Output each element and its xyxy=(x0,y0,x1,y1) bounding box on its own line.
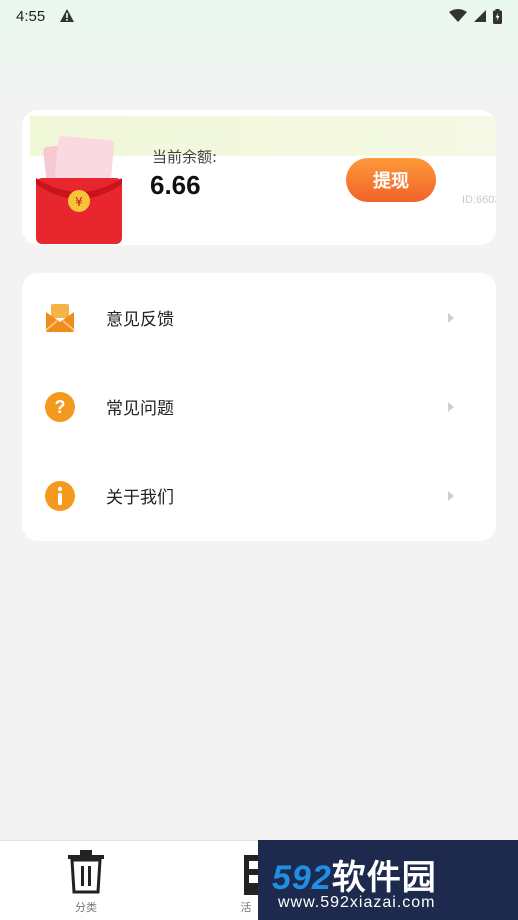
menu-item-faq[interactable]: ? 常见问题 xyxy=(22,362,496,451)
watermark-text: 软件园 xyxy=(331,859,437,897)
red-envelope-icon: ¥ xyxy=(36,136,122,244)
svg-text:¥: ¥ xyxy=(75,195,83,209)
withdraw-button[interactable]: 提现 xyxy=(346,158,436,202)
menu-item-label: 关于我们 xyxy=(106,488,174,508)
watermark-url: www.592xiazai.com xyxy=(278,894,436,911)
signal-icon xyxy=(474,10,486,22)
watermark-logo: 592软件园 xyxy=(272,850,437,899)
menu-item-label: 意见反馈 xyxy=(106,310,174,330)
question-icon: ? xyxy=(45,391,75,422)
watermark-number: 592 xyxy=(272,859,332,897)
warning-icon xyxy=(60,9,75,22)
menu-item-label: 常见问题 xyxy=(106,399,174,419)
chevron-right-icon xyxy=(448,490,454,501)
chevron-right-icon xyxy=(448,312,454,323)
svg-text:?: ? xyxy=(55,397,66,417)
balance-card: ¥ 当前余额: 6.66 提现 ID:66036b xyxy=(22,110,496,245)
balance-label: 当前余额: xyxy=(152,148,218,166)
status-indicators xyxy=(449,8,502,24)
battery-icon xyxy=(493,8,502,24)
watermark-banner: 592软件园 www.592xiazai.com xyxy=(258,840,518,920)
chevron-right-icon xyxy=(448,401,454,412)
trash-icon xyxy=(68,850,104,894)
feedback-envelope-icon xyxy=(45,303,75,332)
info-icon xyxy=(45,480,75,511)
menu-item-about[interactable]: 关于我们 xyxy=(22,451,496,540)
nav-item-category[interactable]: 分类 xyxy=(46,847,126,917)
status-bar: 4:55 xyxy=(0,0,518,32)
menu-item-feedback[interactable]: 意见反馈 xyxy=(22,273,496,362)
user-id-text: ID:66036b xyxy=(462,194,496,206)
menu-card: 意见反馈 ? 常见问题 关于我们 xyxy=(22,273,496,541)
nav-label: 分类 xyxy=(75,901,97,914)
status-time: 4:55 xyxy=(16,7,46,25)
balance-value: 6.66 xyxy=(150,170,201,200)
wifi-icon xyxy=(449,9,467,22)
